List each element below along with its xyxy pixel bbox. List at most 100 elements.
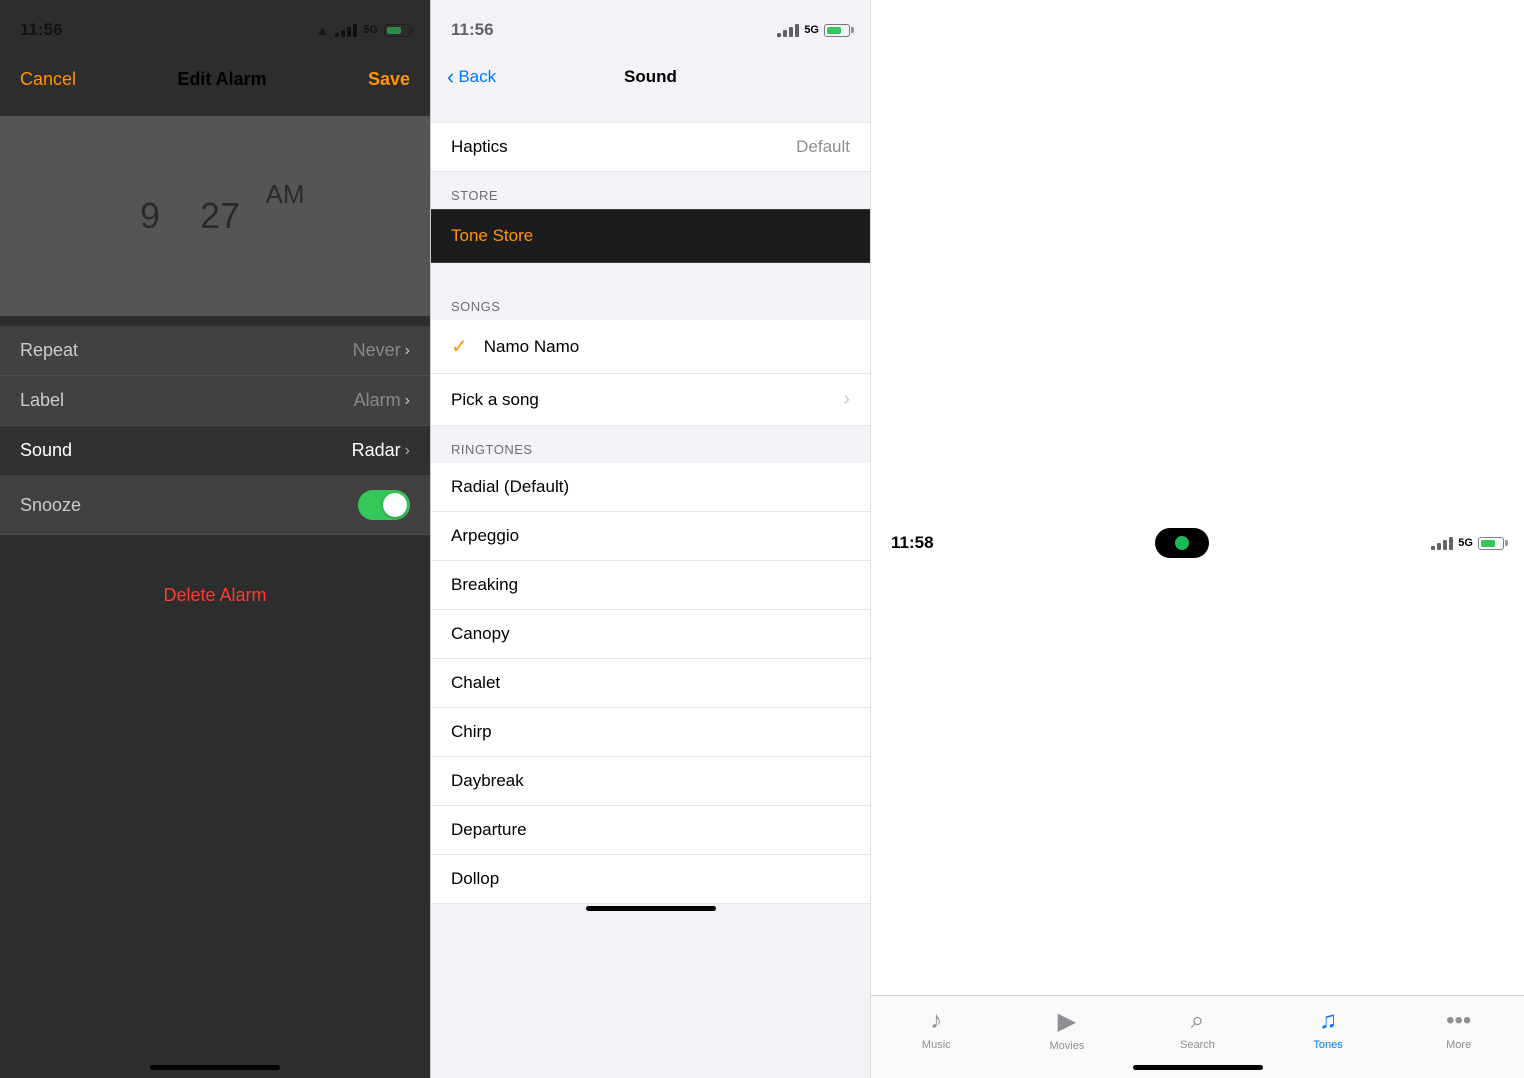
status-icons-3: 5G bbox=[1431, 537, 1504, 550]
tab-movies-label: Movies bbox=[1049, 1040, 1084, 1052]
ringtone-daybreak-label: Daybreak bbox=[451, 771, 524, 791]
pick-song-label: Pick a song bbox=[451, 390, 539, 410]
min-25: 25 bbox=[204, 111, 235, 143]
status-time-1: 11:56 bbox=[20, 20, 63, 40]
network-5g-1: 5G bbox=[363, 24, 378, 36]
ringtone-dollop-label: Dollop bbox=[451, 869, 499, 889]
dynamic-island bbox=[1155, 528, 1209, 558]
ringtone-arpeggio[interactable]: Arpeggio bbox=[431, 512, 870, 561]
store-section: STORE Tone Store bbox=[431, 172, 870, 263]
songs-section-label: SONGS bbox=[431, 283, 870, 320]
repeat-value: Never › bbox=[353, 340, 410, 361]
5g-label-3: 5G bbox=[1458, 537, 1473, 549]
signal-3 bbox=[1431, 537, 1453, 550]
home-indicator-3 bbox=[1133, 1065, 1263, 1070]
snooze-toggle[interactable] bbox=[358, 490, 410, 520]
back-button[interactable]: ‹ Back bbox=[447, 64, 496, 90]
wifi-icon-1: ▲ bbox=[315, 22, 329, 38]
checkmark-icon: ✓ bbox=[451, 334, 468, 359]
tones-icon: ♫ bbox=[1319, 1007, 1337, 1035]
ringtone-arpeggio-label: Arpeggio bbox=[451, 526, 519, 546]
hour-10: 10 bbox=[134, 247, 165, 279]
store-section-label: STORE bbox=[431, 172, 870, 209]
ringtone-chalet-label: Chalet bbox=[451, 673, 500, 693]
alarm-title: Edit Alarm bbox=[177, 69, 266, 90]
min-28: 28 bbox=[204, 247, 235, 279]
screen-tones: 11:58 5G Tones Genre bbox=[870, 0, 1524, 1078]
label-value: Alarm › bbox=[354, 390, 410, 411]
back-chevron-icon: ‹ bbox=[447, 64, 454, 90]
status-time-3: 11:58 bbox=[891, 533, 934, 553]
save-button[interactable]: Save bbox=[368, 69, 410, 90]
tab-movies[interactable]: ▶ Movies bbox=[1002, 1007, 1133, 1052]
status-icons-2: 5G bbox=[777, 24, 850, 37]
signal-bars-1 bbox=[335, 24, 357, 37]
haptics-label: Haptics bbox=[451, 137, 508, 157]
tab-search-label: Search bbox=[1180, 1039, 1215, 1051]
repeat-row[interactable]: Repeat Never › bbox=[0, 326, 430, 376]
ringtone-daybreak[interactable]: Daybreak bbox=[431, 757, 870, 806]
signal-2 bbox=[777, 24, 799, 37]
snooze-row[interactable]: Snooze bbox=[0, 476, 430, 535]
ringtones-label: RINGTONES bbox=[431, 426, 870, 463]
alarm-options: Repeat Never › Label Alarm › Sound Radar… bbox=[0, 326, 430, 535]
tab-music[interactable]: ♪ Music bbox=[871, 1007, 1002, 1051]
ringtone-breaking[interactable]: Breaking bbox=[431, 561, 870, 610]
home-indicator-2 bbox=[586, 906, 716, 911]
screen-sound: 11:56 5G ‹ Back Sound bbox=[430, 0, 870, 1078]
ringtone-departure[interactable]: Departure bbox=[431, 806, 870, 855]
ringtone-chirp-label: Chirp bbox=[451, 722, 492, 742]
status-bar-1: 11:56 ▲ 5G bbox=[0, 0, 430, 52]
ringtone-radial[interactable]: Radial (Default) bbox=[431, 463, 870, 512]
am-option: AM bbox=[266, 179, 305, 210]
hour-column[interactable]: 7 8 9 10 11 bbox=[115, 111, 185, 321]
haptics-value: Default bbox=[796, 137, 850, 157]
songs-section: SONGS ✓ Namo Namo Pick a song › bbox=[431, 283, 870, 426]
ringtone-chirp[interactable]: Chirp bbox=[431, 708, 870, 757]
ringtone-chalet[interactable]: Chalet bbox=[431, 659, 870, 708]
sound-label: Sound bbox=[20, 440, 72, 461]
status-bar-3: 11:58 5G bbox=[871, 0, 1524, 1078]
tone-store-row[interactable]: Tone Store bbox=[431, 209, 870, 263]
music-icon: ♪ bbox=[930, 1007, 942, 1035]
pick-song-row[interactable]: Pick a song › bbox=[431, 374, 870, 426]
home-indicator-1 bbox=[150, 1065, 280, 1070]
haptics-row[interactable]: Haptics Default bbox=[431, 122, 870, 172]
battery-icon-1 bbox=[384, 24, 410, 37]
hour-8: 8 bbox=[142, 153, 158, 185]
pm-option: PM bbox=[266, 222, 305, 253]
tab-tones[interactable]: ♫ Tones bbox=[1263, 1007, 1394, 1051]
minute-column[interactable]: 25 26 27 28 29 bbox=[185, 111, 255, 321]
status-bar-2: 11:56 5G bbox=[431, 0, 870, 52]
min-26: 26 bbox=[204, 153, 235, 185]
screen-edit-alarm: 11:56 ▲ 5G Cancel Edit Alarm Save bbox=[0, 0, 430, 1078]
time-picker[interactable]: 7 8 9 10 11 25 26 27 28 29 AM PM bbox=[0, 116, 430, 316]
hour-7: 7 bbox=[142, 111, 158, 143]
status-time-2: 11:56 bbox=[451, 20, 494, 40]
battery-3 bbox=[1478, 537, 1504, 550]
hour-11: 11 bbox=[135, 289, 164, 321]
hour-9: 9 bbox=[140, 195, 160, 237]
tab-more-label: More bbox=[1446, 1039, 1471, 1051]
pick-song-chevron: › bbox=[843, 388, 850, 411]
ringtones-section: RINGTONES Radial (Default) Arpeggio Brea… bbox=[431, 426, 870, 904]
namo-namo-row[interactable]: ✓ Namo Namo bbox=[431, 320, 870, 374]
ringtone-canopy[interactable]: Canopy bbox=[431, 610, 870, 659]
cancel-button[interactable]: Cancel bbox=[20, 69, 76, 90]
sound-row[interactable]: Sound Radar › bbox=[0, 426, 430, 476]
label-row[interactable]: Label Alarm › bbox=[0, 376, 430, 426]
ringtone-breaking-label: Breaking bbox=[451, 575, 518, 595]
delete-alarm-button[interactable]: Delete Alarm bbox=[0, 565, 430, 626]
ringtone-dollop[interactable]: Dollop bbox=[431, 855, 870, 904]
battery-2 bbox=[824, 24, 850, 37]
tab-search[interactable]: ⌕ Search bbox=[1132, 1007, 1263, 1051]
dynamic-island-dot bbox=[1175, 536, 1189, 550]
sound-value: Radar › bbox=[352, 440, 410, 461]
tone-store-label: Tone Store bbox=[451, 226, 533, 245]
label-label: Label bbox=[20, 390, 64, 411]
min-29: 29 bbox=[204, 289, 235, 321]
ampm-column[interactable]: AM PM bbox=[255, 179, 315, 253]
ringtone-canopy-label: Canopy bbox=[451, 624, 510, 644]
alarm-nav-bar: Cancel Edit Alarm Save bbox=[0, 52, 430, 106]
tab-more[interactable]: ••• More bbox=[1393, 1007, 1524, 1051]
